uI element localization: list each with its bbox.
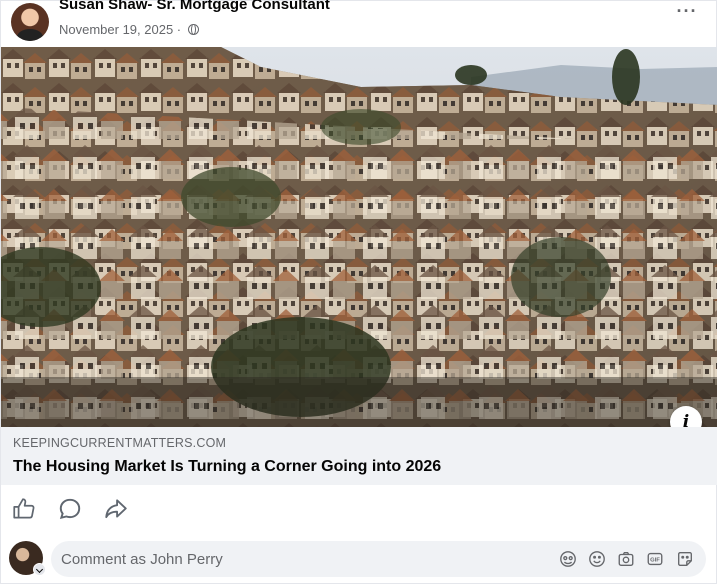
hillside-houses-photo	[1, 47, 717, 427]
meta-separator: ·	[173, 22, 185, 37]
share-icon[interactable]	[103, 496, 129, 522]
post-meta: November 19, 2025 ·	[59, 22, 199, 37]
more-options-button[interactable]: ···	[671, 2, 703, 25]
comment-icon[interactable]	[57, 496, 83, 522]
sticker-icon[interactable]	[676, 550, 694, 568]
post-date[interactable]: November 19, 2025	[59, 22, 173, 37]
author-avatar[interactable]	[11, 3, 49, 41]
comment-input[interactable]	[51, 541, 706, 577]
avatar-sticker-icon[interactable]	[559, 550, 577, 568]
chevron-down-icon[interactable]	[33, 563, 46, 576]
post-card: Susan Shaw- Sr. Mortgage Consultant Nove…	[0, 0, 717, 584]
gif-icon[interactable]: GIF	[646, 550, 664, 568]
link-title[interactable]: The Housing Market Is Turning a Corner G…	[13, 458, 441, 476]
globe-icon[interactable]	[187, 24, 199, 35]
camera-icon[interactable]	[617, 550, 635, 568]
like-icon[interactable]	[11, 496, 37, 522]
comment-composer: GIF	[1, 537, 717, 581]
link-domain: KEEPINGCURRENTMATTERS.COM	[13, 436, 227, 450]
emoji-icon[interactable]	[588, 550, 606, 568]
link-preview[interactable]: KEEPINGCURRENTMATTERS.COM The Housing Ma…	[1, 427, 717, 485]
svg-text:GIF: GIF	[650, 557, 660, 563]
post-header: Susan Shaw- Sr. Mortgage Consultant Nove…	[1, 0, 716, 47]
post-actions	[1, 489, 717, 529]
post-photo[interactable]	[1, 47, 717, 427]
author-name[interactable]: Susan Shaw- Sr. Mortgage Consultant	[59, 0, 330, 13]
